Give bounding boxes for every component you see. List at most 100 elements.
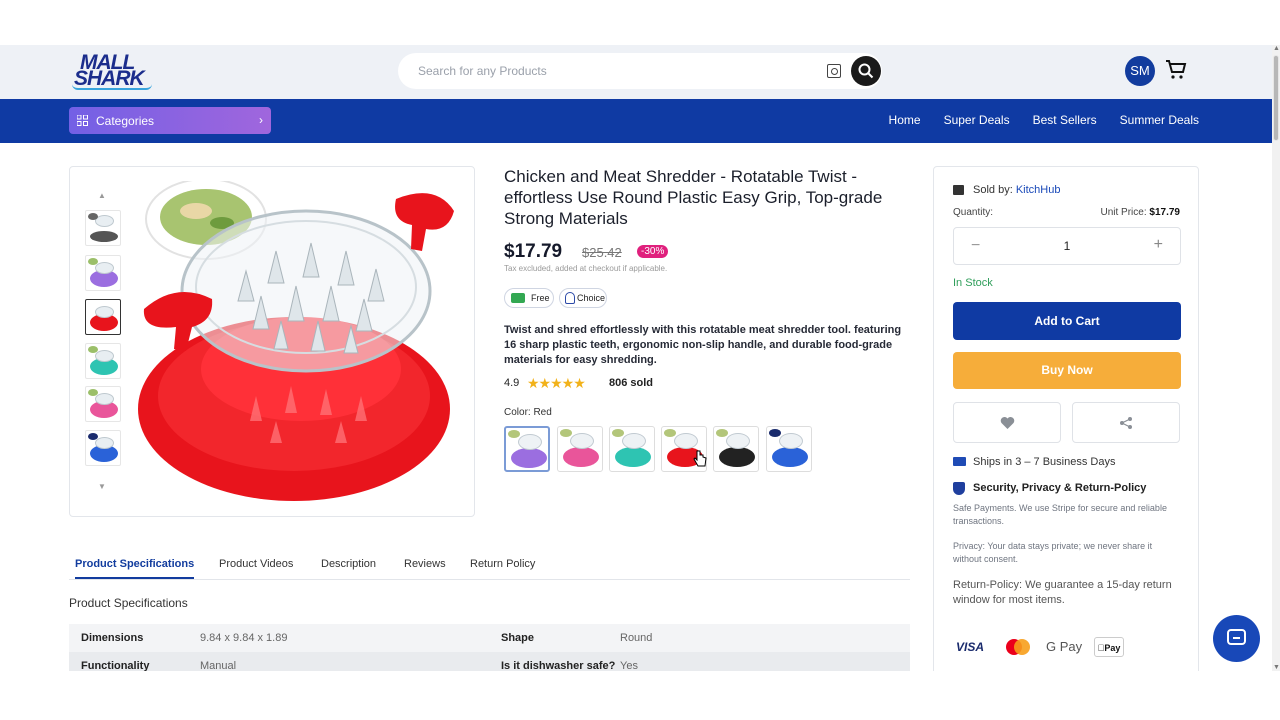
grid-icon [77, 115, 88, 126]
rating-stars-icon: ★★★★★ [527, 375, 586, 391]
share-button[interactable] [1072, 402, 1180, 443]
shipping-info: Ships in 3 – 7 Business Days [953, 456, 1115, 468]
store-icon [953, 185, 964, 195]
thumbnail-teal[interactable] [85, 343, 121, 379]
chat-button[interactable] [1213, 615, 1260, 662]
product-tabs: Product Specifications Product Videos De… [69, 556, 910, 580]
buy-now-button[interactable]: Buy Now [953, 352, 1181, 389]
stock-status: In Stock [953, 277, 993, 289]
tax-note: Tax excluded, added at checkout if appli… [504, 264, 668, 273]
product-page: MALL SHARK SM Categories › Home Super De… [0, 45, 1272, 671]
search-icon [858, 63, 874, 79]
spec-key: Is it dishwasher safe? [501, 660, 616, 671]
specifications-table: Dimensions 9.84 x 9.84 x 1.89 Shape Roun… [69, 624, 910, 671]
thumbnail-gray[interactable] [85, 210, 121, 246]
nav-links: Home Super Deals Best Sellers Summer Dea… [889, 113, 1199, 127]
thumbnail-red[interactable] [85, 299, 121, 335]
shield-icon [953, 482, 965, 495]
search-input[interactable] [418, 62, 798, 80]
scroll-up-icon[interactable]: ▲ [1273, 45, 1280, 52]
choice-icon [565, 292, 575, 304]
swatch-blue[interactable] [766, 426, 812, 472]
thumbnail-blue[interactable] [85, 430, 121, 466]
apple-pay-text: Pay [1100, 643, 1120, 653]
chat-icon [1227, 629, 1246, 645]
rating-value: 4.9 [504, 377, 520, 389]
safe-payments-note: Safe Payments. We use Stripe for secure … [953, 503, 1167, 526]
logo[interactable]: MALL SHARK [72, 51, 156, 93]
nav-link-home[interactable]: Home [889, 113, 921, 127]
site-header: MALL SHARK SM [0, 45, 1272, 99]
store-link[interactable]: KitchHub [1016, 184, 1061, 196]
nav-link-best-sellers[interactable]: Best Sellers [1033, 113, 1097, 127]
table-row: Dimensions 9.84 x 9.84 x 1.89 Shape Roun… [69, 624, 910, 652]
spec-key: Shape [501, 632, 535, 644]
main-product-image[interactable] [136, 181, 458, 503]
choice-badge-label: Choice [577, 293, 606, 303]
thumbnail-purple[interactable] [85, 255, 121, 291]
spec-value: Round [620, 632, 653, 644]
unit-price: Unit Price: $17.79 [1101, 207, 1181, 218]
tab-return-policy[interactable]: Return Policy [470, 558, 535, 570]
original-price: $25.42 [582, 245, 622, 260]
product-price: $17.79 [504, 241, 563, 262]
swatch-black[interactable] [713, 426, 759, 472]
page-scrollbar[interactable]: ▲ ▼ [1272, 45, 1280, 671]
tab-reviews[interactable]: Reviews [404, 558, 446, 570]
tab-description[interactable]: Description [321, 558, 376, 570]
buy-box: Sold by: KitchHub Quantity: Unit Price: … [933, 166, 1199, 671]
truck-icon [511, 293, 525, 303]
nav-link-summer-deals[interactable]: Summer Deals [1120, 113, 1199, 127]
swatch-purple[interactable] [504, 426, 550, 472]
tab-product-specifications[interactable]: Product Specifications [75, 558, 195, 579]
return-policy-note: Return-Policy: We guarantee a 15-day ret… [953, 579, 1172, 606]
quantity-stepper: − 1 + [953, 227, 1181, 265]
apple-pay-logo: Pay [1094, 637, 1124, 657]
user-avatar[interactable]: SM [1125, 56, 1155, 86]
main-nav: Categories › Home Super Deals Best Selle… [0, 99, 1272, 143]
spec-value: Manual [200, 660, 237, 671]
spec-key: Functionality [81, 660, 150, 671]
heart-icon [1000, 417, 1015, 429]
logo-wave-graphic [72, 84, 152, 90]
categories-button[interactable]: Categories › [69, 107, 271, 134]
sold-by: Sold by: KitchHub [953, 184, 1060, 196]
product-description: Twist and shred effortlessly with this r… [504, 324, 902, 366]
security-heading: Security, Privacy & Return-Policy [953, 482, 1146, 495]
image-gallery: ▲ ▼ [69, 166, 475, 517]
product-title: Chicken and Meat Shredder - Rotatable Tw… [504, 167, 883, 228]
shipping-text: Ships in 3 – 7 Business Days [973, 456, 1116, 468]
wishlist-button[interactable] [953, 402, 1061, 443]
payment-methods: VISA G Pay Pay [956, 637, 1176, 659]
unit-price-label: Unit Price: [1100, 207, 1147, 218]
discount-badge: -30% [637, 245, 669, 258]
scroll-down-icon[interactable]: ▼ [1273, 664, 1280, 671]
search-button[interactable] [851, 56, 881, 86]
quantity-value[interactable]: 1 [954, 239, 1180, 253]
scrollbar-thumb[interactable] [1273, 55, 1279, 141]
thumbnail-scroll-up-icon[interactable]: ▲ [98, 191, 106, 200]
tab-product-videos[interactable]: Product Videos [219, 558, 293, 570]
thumbnail-scroll-down-icon[interactable]: ▼ [98, 482, 106, 491]
privacy-note: Privacy: Your data stays private; we nev… [953, 541, 1153, 564]
visa-logo: VISA [956, 640, 985, 654]
categories-label: Categories [96, 114, 155, 128]
swatch-pink[interactable] [557, 426, 603, 472]
nav-link-super-deals[interactable]: Super Deals [944, 113, 1010, 127]
hand-cursor-icon [693, 450, 707, 467]
free-badge-label: Free [531, 293, 550, 303]
mastercard-logo [1006, 639, 1030, 655]
thumbnail-pink[interactable] [85, 386, 121, 422]
top-margin [0, 0, 1280, 45]
image-search-icon[interactable] [827, 64, 841, 78]
quantity-label: Quantity: [953, 207, 994, 218]
spec-value: 9.84 x 9.84 x 1.89 [200, 632, 288, 644]
increase-quantity-button[interactable]: + [1154, 236, 1163, 254]
chevron-right-icon: › [259, 113, 263, 127]
unit-price-value: $17.79 [1149, 207, 1180, 218]
swatch-teal[interactable] [609, 426, 655, 472]
color-label: Color: Red [504, 407, 552, 418]
share-icon [1120, 417, 1132, 429]
add-to-cart-button[interactable]: Add to Cart [953, 302, 1181, 340]
cart-icon[interactable] [1164, 58, 1188, 82]
